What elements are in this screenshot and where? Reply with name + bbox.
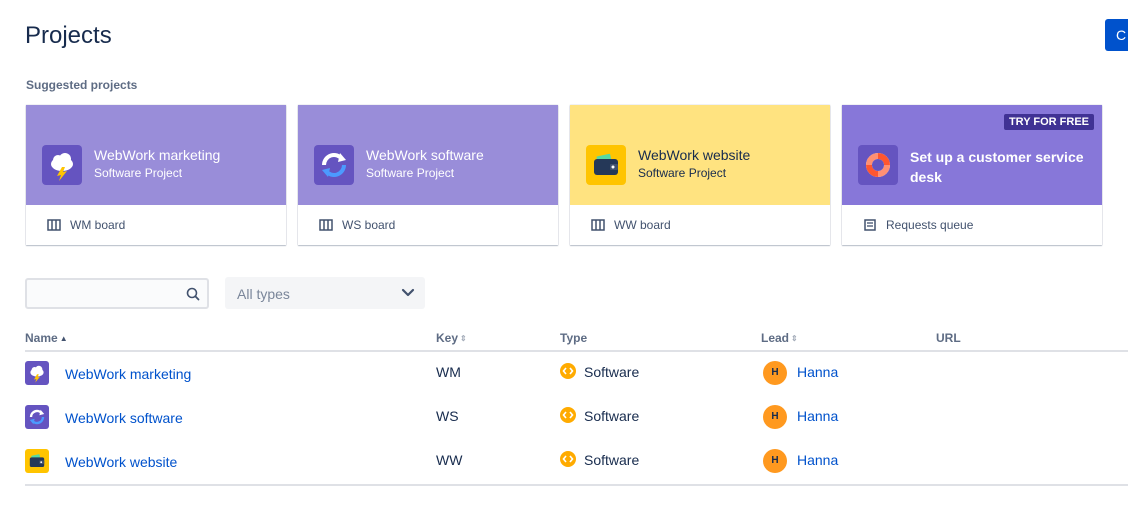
type-filter-value: All types (237, 286, 290, 302)
project-name-link[interactable]: WebWork software (65, 410, 183, 426)
table-row: WebWork software WS Software H Hanna (25, 396, 1128, 440)
column-header-label: Lead (761, 331, 790, 345)
search-icon (186, 287, 200, 301)
queue-icon (864, 219, 876, 231)
wallet-icon (586, 145, 626, 185)
suggested-card-webwork-website[interactable]: WebWork website Software Project WW boar… (570, 105, 830, 245)
project-key: WM (436, 364, 461, 380)
board-icon (319, 219, 333, 231)
column-header-lead[interactable]: Lead ⇕ (761, 331, 798, 345)
column-header-key[interactable]: Key ⇕ (436, 331, 467, 345)
type-filter-select[interactable]: All types (225, 277, 425, 309)
cloud-lightning-icon[interactable] (25, 361, 49, 385)
refresh-icon (314, 145, 354, 185)
card-footer[interactable]: WS board (298, 205, 558, 245)
project-key: WS (436, 408, 459, 424)
column-header-url: URL (936, 331, 961, 345)
project-lead-link[interactable]: Hanna (797, 408, 838, 424)
column-header-label: Name (25, 331, 58, 345)
search-input[interactable] (33, 285, 187, 305)
lifebuoy-icon (858, 145, 898, 185)
suggested-card-webwork-marketing[interactable]: WebWork marketing Software Project WM bo… (26, 105, 286, 245)
sort-ascending-icon: ▲ (59, 334, 68, 343)
card-subtitle: Software Project (638, 166, 727, 180)
card-subtitle: Software Project (94, 166, 183, 180)
try-for-free-badge: TRY FOR FREE (1003, 114, 1094, 130)
avatar[interactable]: H (763, 361, 787, 385)
avatar[interactable]: H (763, 449, 787, 473)
project-key: WW (436, 452, 463, 468)
table-bottom-divider (25, 484, 1128, 486)
column-header-name[interactable]: Name ▲ (25, 331, 68, 345)
card-title[interactable]: WebWork software (366, 147, 484, 163)
suggested-projects-label: Suggested projects (26, 78, 138, 92)
project-type: Software (584, 408, 640, 424)
software-type-icon (560, 363, 576, 379)
avatar[interactable]: H (763, 405, 787, 429)
table-row: WebWork marketing WM Software H Hanna (25, 352, 1128, 396)
card-header[interactable]: WebWork software Software Project (298, 105, 558, 205)
sort-icon: ⇕ (460, 334, 467, 343)
card-header[interactable]: TRY FOR FREE Set up a customer service d… (842, 105, 1102, 205)
card-subtitle: Software Project (366, 166, 455, 180)
card-board-link[interactable]: WW board (614, 218, 671, 232)
search-box[interactable] (25, 278, 209, 309)
software-type-icon (560, 451, 576, 467)
refresh-icon[interactable] (25, 405, 49, 429)
suggested-card-webwork-software[interactable]: WebWork software Software Project WS boa… (298, 105, 558, 245)
project-type: Software (584, 364, 640, 380)
chevron-down-icon (401, 288, 415, 297)
card-footer[interactable]: Requests queue (842, 205, 1102, 245)
card-title[interactable]: WebWork marketing (94, 147, 220, 163)
card-board-link[interactable]: WM board (70, 218, 125, 232)
page-title: Projects (25, 22, 112, 49)
card-title[interactable]: WebWork website (638, 147, 750, 163)
cloud-lightning-icon (42, 145, 82, 185)
card-footer[interactable]: WW board (570, 205, 830, 245)
suggested-card-service-desk[interactable]: TRY FOR FREE Set up a customer service d… (842, 105, 1102, 245)
column-header-label: URL (936, 331, 961, 345)
project-name-link[interactable]: WebWork website (65, 454, 177, 470)
board-icon (47, 219, 61, 231)
project-lead-link[interactable]: Hanna (797, 452, 838, 468)
create-project-button[interactable]: C (1105, 19, 1128, 51)
column-header-label: Key (436, 331, 459, 345)
project-type: Software (584, 452, 640, 468)
requests-queue-link[interactable]: Requests queue (886, 218, 973, 232)
project-name-link[interactable]: WebWork marketing (65, 366, 191, 382)
software-type-icon (560, 407, 576, 423)
board-icon (591, 219, 605, 231)
card-board-link[interactable]: WS board (342, 218, 395, 232)
table-row: WebWork website WW Software H Hanna (25, 440, 1128, 484)
card-title[interactable]: Set up a customer service desk (910, 147, 1090, 187)
wallet-icon[interactable] (25, 449, 49, 473)
column-header-type: Type (560, 331, 587, 345)
project-lead-link[interactable]: Hanna (797, 364, 838, 380)
card-footer[interactable]: WM board (26, 205, 286, 245)
column-header-label: Type (560, 331, 588, 345)
card-header[interactable]: WebWork website Software Project (570, 105, 830, 205)
card-header[interactable]: WebWork marketing Software Project (26, 105, 286, 205)
sort-icon: ⇕ (791, 334, 798, 343)
